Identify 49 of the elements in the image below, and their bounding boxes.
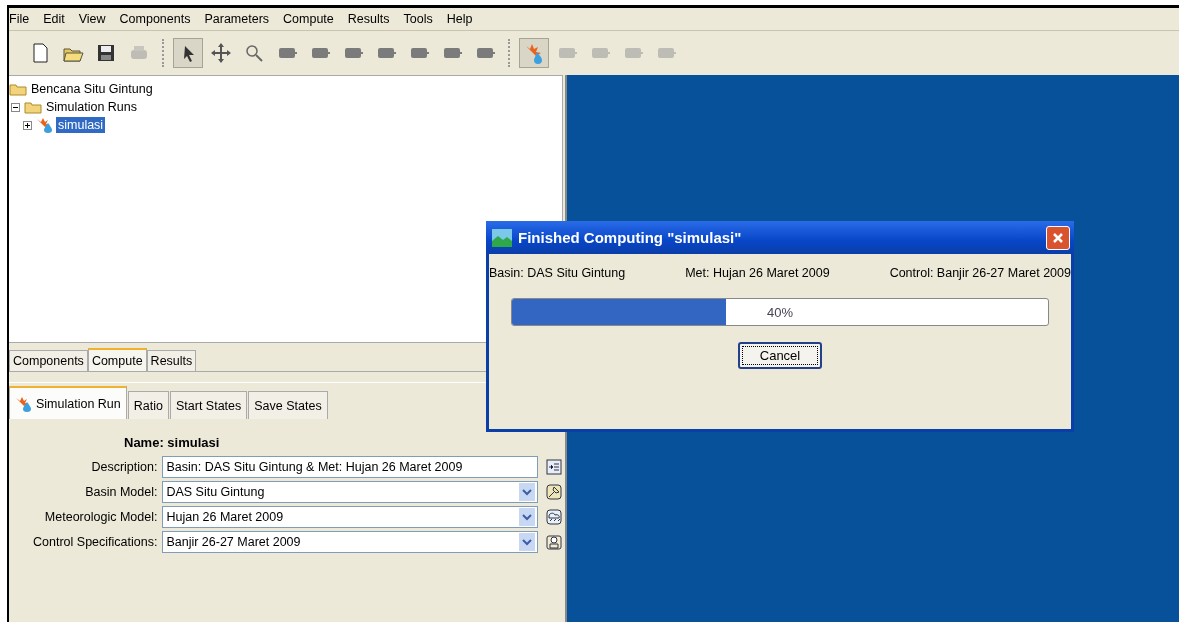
field-label: Control Specifications: (32, 534, 159, 549)
menu-item[interactable]: Tools (396, 12, 440, 26)
cancel-button[interactable]: Cancel (738, 342, 822, 369)
field-label: Description: (90, 459, 159, 474)
close-icon (1051, 230, 1065, 245)
pointer-tool-button[interactable] (173, 38, 203, 68)
folder-icon (9, 82, 27, 96)
menu-item[interactable]: Components (112, 12, 198, 26)
run-name: Name: simulasi (124, 435, 220, 450)
run-info-text: Basin: DAS Situ Gintung (489, 266, 626, 280)
field-tool-icon (544, 457, 563, 476)
menu-item[interactable]: File (9, 12, 37, 26)
compute-tool-button[interactable] (519, 38, 549, 68)
panel-tab[interactable]: Results (146, 350, 197, 371)
tree-item[interactable]: Bencana Situ Gintung (29, 81, 155, 97)
dropdown-field[interactable]: DAS Situ Gintung (162, 480, 538, 503)
tab[interactable]: Ratio (127, 391, 169, 419)
field-tool-icon (544, 482, 563, 501)
description-field[interactable]: Basin: DAS Situ Gintung & Met: Hujan 26 Maret 2009 (162, 455, 538, 478)
panel-tab[interactable]: Components (9, 350, 88, 371)
collapse-toggle-icon[interactable] (11, 102, 20, 112)
close-button[interactable] (1046, 225, 1070, 250)
run-info-text: Met: Hujan 26 Maret 2009 (685, 266, 830, 280)
tab[interactable]: Simulation Run (9, 386, 127, 419)
dialog-title: Finished Computing "simulasi" (518, 229, 743, 246)
tree-item[interactable]: simulasi (56, 117, 106, 133)
menu-item[interactable]: Results (340, 12, 397, 26)
panel-tab[interactable]: Compute (87, 348, 147, 371)
field-tool-icon (544, 532, 563, 551)
dropdown-field[interactable]: Banjir 26-27 Maret 2009 (162, 530, 538, 553)
field-tool-icon (544, 507, 563, 526)
tab[interactable]: Start States (169, 391, 248, 419)
expand-toggle-icon[interactable] (23, 120, 32, 130)
menu-item[interactable]: Parameters (197, 12, 277, 26)
landscape-icon (492, 228, 512, 247)
field-label: Meteorologic Model: (43, 509, 159, 524)
magnifier-icon (243, 42, 265, 64)
move-arrows-icon (210, 42, 232, 64)
folder-icon (24, 100, 42, 114)
menu-item[interactable]: Compute (276, 12, 341, 26)
field-label: Basin Model: (84, 484, 159, 499)
menu-item[interactable]: Edit (36, 12, 72, 26)
menu-item[interactable]: View (71, 12, 113, 26)
menu-item[interactable]: Help (439, 12, 480, 26)
dropdown-field[interactable]: Hujan 26 Maret 2009 (162, 505, 538, 528)
run-info-text: Control: Banjir 26-27 Maret 2009 (889, 266, 1071, 280)
tree-item[interactable]: Simulation Runs (44, 99, 139, 115)
tab[interactable]: Save States (248, 391, 328, 419)
progress-reading: 40% (767, 304, 793, 320)
